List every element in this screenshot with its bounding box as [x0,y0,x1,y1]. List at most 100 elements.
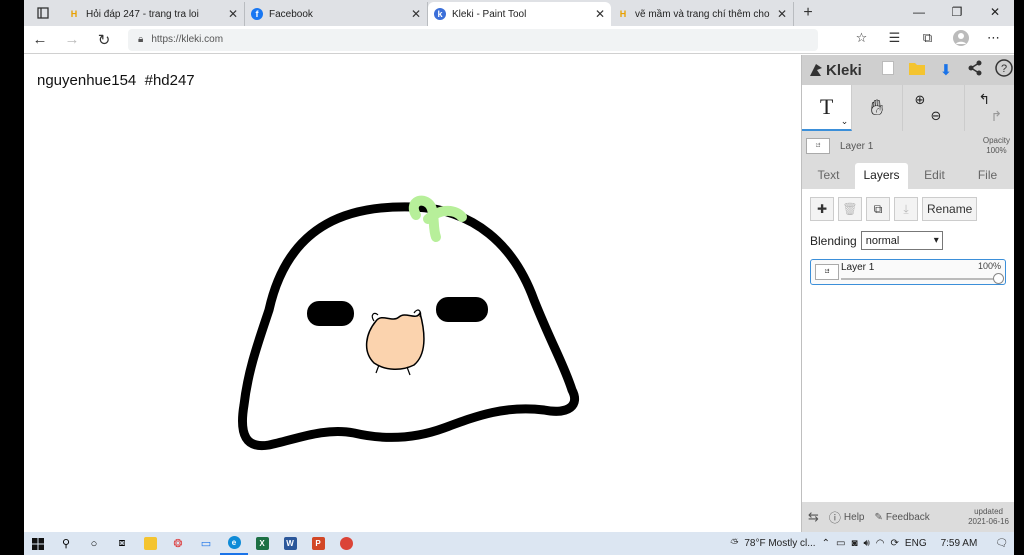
excel-icon: X [255,537,269,550]
blending-select[interactable]: normal ▾ [860,231,943,250]
merge-down-button[interactable]: ⤓ [894,197,918,221]
excel-button[interactable]: X [248,532,276,555]
close-tab-icon[interactable]: ✕ [595,7,605,21]
tab-edit[interactable]: Edit [908,163,961,189]
refresh-icon: ↻ [97,31,111,49]
updated-date: 2021-06-16 [968,517,1009,526]
kleki-logo-icon [810,64,822,76]
sync-icon[interactable]: ⟳ [891,538,899,549]
help-circle-icon: ⓘ [828,510,841,525]
layer-opacity-slider[interactable] [841,273,1004,284]
forward-button[interactable]: → [56,31,88,48]
favorite-star-icon[interactable]: ☆ [845,30,878,49]
weather-text[interactable]: 78°F Mostly cl... [744,538,815,549]
chevron-up-icon[interactable]: ⌃ [822,538,830,549]
tab-kleki[interactable]: k Kleki - Paint Tool ✕ [428,2,611,26]
windows-logo-icon [32,537,44,550]
url-input[interactable]: 🔒︎ https://kleki.com [128,28,818,51]
more-menu-icon[interactable]: ⋯ [977,30,1010,49]
feedback-button[interactable]: ✎ Feedback [875,512,930,523]
add-layer-button[interactable]: ✚ [810,197,834,221]
volume-icon[interactable]: 🔊︎ [863,538,869,549]
word-button[interactable]: W [276,532,304,555]
close-tab-icon[interactable]: ✕ [411,7,421,21]
trash-icon: 🗑︎ [842,202,858,216]
profile-avatar[interactable] [944,30,977,49]
close-tab-icon[interactable]: ✕ [777,7,787,21]
drawing-canvas[interactable]: nguyenhue154 #hd247 [24,55,800,532]
tab-title: vẽ mầm và trang chí thêm cho m [635,8,771,20]
tab-actions-button[interactable] [24,0,62,26]
app-red-button[interactable]: ❂ [164,532,192,555]
current-layer-preview[interactable]: ಚ Layer 1 Opacity 100% [802,131,1014,161]
chevron-down-icon[interactable]: ⌄ [841,116,849,127]
new-tab-button[interactable]: + [794,2,822,26]
tab-title: Facebook [269,8,313,20]
close-window-icon[interactable]: ✕ [976,0,1014,26]
clock[interactable]: 7:59 AM [941,538,978,549]
zoom-in-icon[interactable]: ⊕ [915,92,926,108]
zoom-out-icon[interactable]: ⊖ [931,108,942,124]
collections-icon[interactable]: ⧉ [911,30,944,49]
rename-layer-button[interactable]: Rename [922,197,978,221]
start-button[interactable] [24,532,52,555]
edge-button[interactable]: e [220,532,248,555]
file-explorer-button[interactable] [136,532,164,555]
restore-icon[interactable]: ❐ [938,0,976,26]
kleki-side-panel: Kleki ⬇ ? T ⌄ ✋︎ ⊕ ⊖ ↰ ↱ ಚ Layer 1 Opaci… [801,55,1014,532]
cortana-button[interactable]: ○ [80,532,108,555]
blending-label: Blending [810,233,857,248]
help-circle-icon[interactable]: ? [993,59,1014,81]
chrome-button[interactable] [332,532,360,555]
opacity-value: 100% [986,146,1007,155]
logo-text: Kleki [826,61,862,79]
tab-title: Hỏi đáp 247 - trang tra loi [86,8,199,20]
search-button[interactable]: ⚲ [52,532,80,555]
duplicate-layer-button[interactable]: ⧉ [866,197,890,221]
swap-side-button[interactable]: ⇆ [808,509,819,525]
tab-layers[interactable]: Layers [855,163,908,189]
share-icon[interactable] [964,60,985,80]
weather-icon: ⛅︎ [730,538,739,549]
layer-opacity-readout: Opacity 100% [983,136,1010,156]
layer-list-item[interactable]: ಚ Layer 1 100% [810,259,1006,285]
cortana-circle-icon: ○ [90,537,98,550]
open-folder-icon[interactable] [907,61,928,79]
layer-thumbnail: ಚ [806,138,830,154]
favorites-icon[interactable]: ☰ [878,30,911,49]
wifi-icon[interactable]: ◠ [876,538,885,549]
tab-text[interactable]: Text [802,163,855,189]
undo-redo-buttons: ↰ ↱ [965,85,1014,131]
back-arrow-icon: ← [32,31,48,48]
hand-tool-button[interactable]: ✋︎ [852,85,903,131]
updated-info: updated 2021-06-16 [968,507,1009,527]
monitor-icon: ▭ [200,538,212,550]
battery-icon[interactable]: ▭ [836,538,845,549]
undo-icon[interactable]: ↰ [979,91,991,108]
new-image-icon[interactable] [878,61,899,79]
delete-layer-button[interactable]: 🗑︎ [838,197,862,221]
edge-icon: e [227,536,241,549]
slider-knob[interactable] [993,273,1004,284]
tab-facebook[interactable]: f Facebook ✕ [245,2,428,26]
language-indicator[interactable]: ENG [905,538,927,549]
tab-hoidap[interactable]: H Hỏi đáp 247 - trang tra loi ✕ [62,2,245,26]
close-tab-icon[interactable]: ✕ [228,7,238,21]
back-button[interactable]: ← [24,31,56,48]
text-tool-button[interactable]: T ⌄ [802,85,853,131]
redo-icon[interactable]: ↱ [991,108,1003,125]
app-monitor-button[interactable]: ▭ [192,532,220,555]
download-icon[interactable]: ⬇ [936,61,957,79]
ghost-drawing [237,195,580,451]
tab-file[interactable]: File [961,163,1014,189]
tab-vemam[interactable]: H vẽ mầm và trang chí thêm cho m ✕ [611,2,794,26]
minimize-icon[interactable]: — [900,0,938,26]
help-button[interactable]: ⓘ Help [829,509,865,526]
folder-icon [143,537,157,550]
notification-icon[interactable]: 🗨︎ [995,538,1008,549]
camera-icon[interactable]: ◙ [851,538,857,549]
duplicate-icon: ⧉ [873,201,883,216]
refresh-button[interactable]: ↻ [88,31,120,49]
powerpoint-button[interactable]: P [304,532,332,555]
task-view-button[interactable]: ⧈ [108,532,136,555]
